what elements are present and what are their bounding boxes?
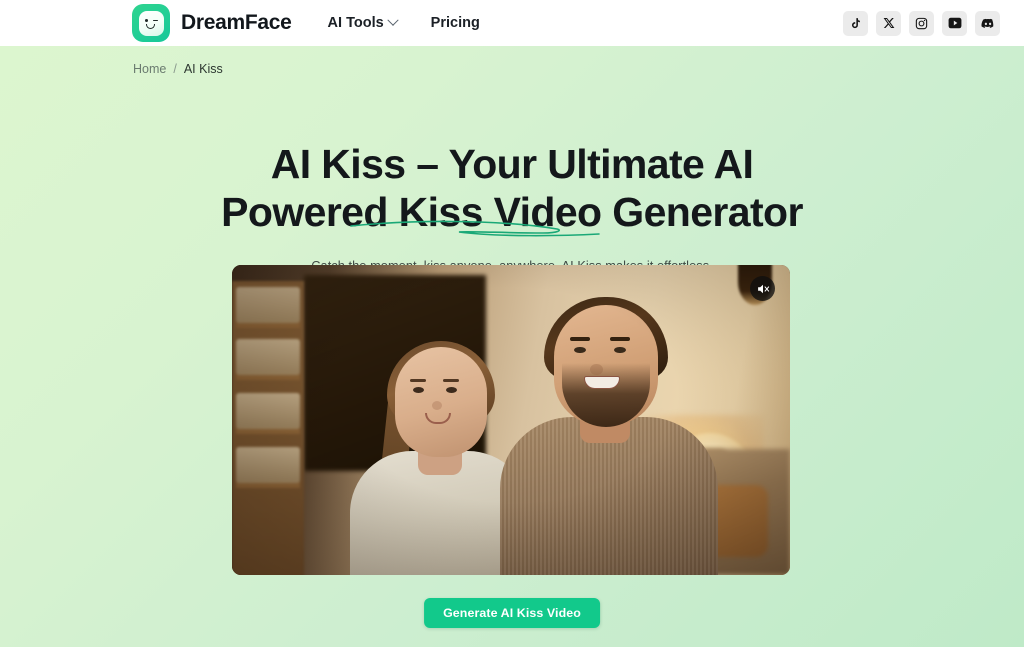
tiktok-icon[interactable] (843, 10, 868, 36)
breadcrumb-current: AI Kiss (183, 62, 223, 76)
dreamface-winking-face-logo-icon (132, 4, 170, 42)
breadcrumb-separator: / (173, 62, 177, 76)
nav-item-pricing[interactable]: Pricing (431, 15, 480, 31)
speaker-muted-icon[interactable] (750, 276, 775, 301)
generate-ai-kiss-video-button[interactable]: Generate AI Kiss Video (424, 598, 600, 628)
brand-logo[interactable]: DreamFace (132, 4, 292, 42)
breadcrumb-home[interactable]: Home (133, 62, 166, 76)
nav-item-ai-tools[interactable]: AI Tools (327, 14, 399, 31)
video-frame-image (232, 265, 790, 575)
page-title-line-2: Powered Kiss Video Generator (221, 189, 803, 235)
main-nav: AI Tools Pricing (327, 14, 480, 31)
brand-name: DreamFace (181, 11, 292, 34)
hero-section: AI Kiss – Your Ultimate AI Powered Kiss … (0, 46, 1024, 273)
site-header: DreamFace AI Tools Pricing (0, 0, 1024, 46)
hero-video-player[interactable] (232, 265, 790, 575)
instagram-icon[interactable] (909, 10, 934, 36)
breadcrumb: Home / AI Kiss (133, 62, 223, 76)
discord-icon[interactable] (975, 10, 1000, 36)
x-twitter-icon[interactable] (876, 10, 901, 36)
page-title-line-1: AI Kiss – Your Ultimate AI (270, 141, 754, 187)
chevron-down-icon (387, 14, 399, 26)
nav-item-ai-tools-label: AI Tools (327, 15, 384, 31)
social-links (843, 10, 1000, 36)
nav-item-pricing-label: Pricing (430, 15, 480, 31)
page-title: AI Kiss – Your Ultimate AI Powered Kiss … (192, 140, 832, 237)
youtube-icon[interactable] (942, 10, 967, 36)
